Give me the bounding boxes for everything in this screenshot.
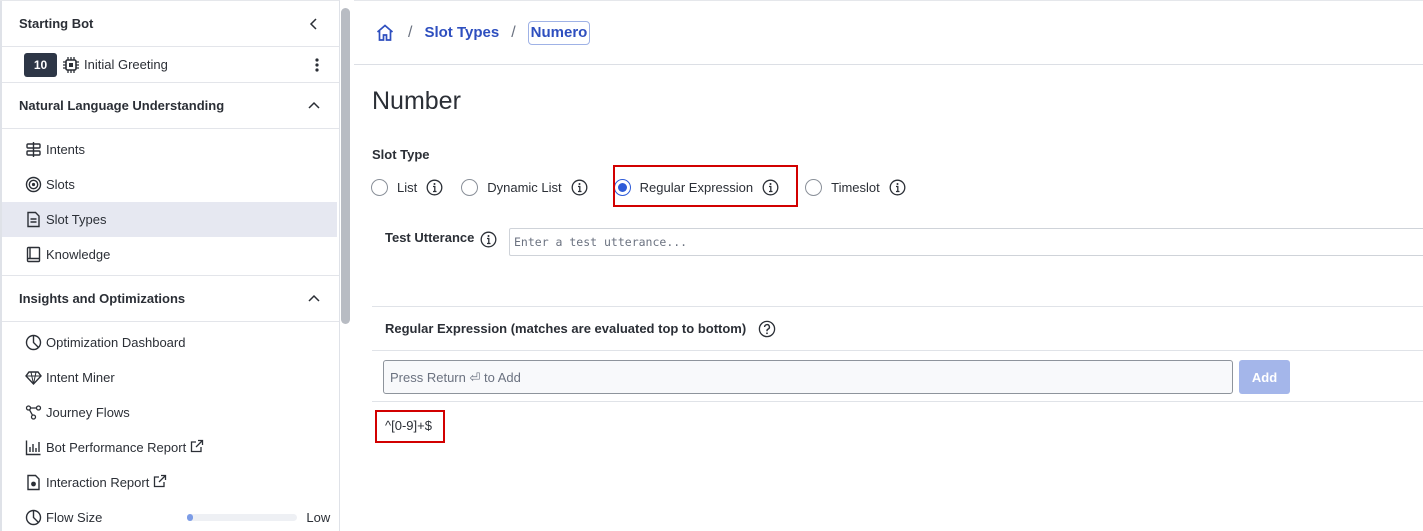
sidebar-item-label: Knowledge [46,247,111,262]
slots-icon [24,176,42,194]
flow-menu-button[interactable] [309,56,325,74]
test-utterance-input[interactable]: Enter a test utterance... [509,228,1423,256]
sidebar-item-label: Bot Performance Report [46,440,187,455]
regex-section-label: Regular Expression (matches are evaluate… [385,321,747,336]
breadcrumb: / Slot Types / Numero [354,1,1423,65]
sidebar: Starting Bot 10 Initial Greeting Natural… [0,0,340,531]
collapse-sidebar-button[interactable] [307,17,321,31]
help-icon[interactable] [758,320,776,338]
radio-timeslot[interactable] [805,178,823,196]
add-button[interactable]: Add [1239,360,1290,394]
regex-section: Regular Expression (matches are evaluate… [372,306,1423,402]
section-nlu-header[interactable]: Natural Language Understanding [0,83,339,129]
sidebar-item-label: Slot Types [46,212,107,227]
page-title: Number [372,87,461,115]
sidebar-item-slot-types[interactable]: Slot Types [0,202,337,237]
breadcrumb-slot-types-link[interactable]: Slot Types [424,24,499,41]
external-link-icon [191,439,204,452]
sidebar-item-journey-flows[interactable]: Journey Flows [0,395,339,430]
info-icon[interactable] [889,179,906,196]
test-utterance-label: Test Utterance [385,230,475,245]
sidebar-item-bot-performance-report[interactable]: Bot Performance Report [0,430,339,465]
sidebar-scrollbar[interactable] [341,8,350,324]
sidebar-item-label: Intent Miner [46,370,115,385]
section-insights-header[interactable]: Insights and Optimizations [0,276,339,322]
slot-type-label: Slot Type [372,147,430,162]
section-title: Insights and Optimizations [19,291,186,306]
info-icon[interactable] [426,179,443,196]
external-link-icon [154,474,167,487]
flow-size-meter [187,514,298,521]
sidebar-item-label: Flow Size [46,510,103,525]
radio-dynamic-list[interactable] [461,178,479,196]
sidebar-item-label: Intents [46,142,86,157]
flow-version-badge: 10 [24,52,57,77]
sidebar-item-slots[interactable]: Slots [0,167,339,202]
info-icon[interactable] [571,179,588,196]
sidebar-title: Starting Bot [19,16,94,31]
sidebar-item-label: Slots [46,177,75,192]
highlight-box [613,165,798,207]
pie-chart-icon [24,334,42,352]
slot-types-icon [24,211,42,229]
flow-size-level: Low [306,510,331,525]
pie-chart-icon [24,509,42,527]
highlight-box [375,410,445,443]
chip-icon [63,56,79,73]
slot-type-option-dynamic-list[interactable]: Dynamic List [461,178,588,196]
breadcrumb-current[interactable]: Numero [527,20,591,45]
radio-list[interactable] [371,178,388,196]
nlu-nav-group: Intents Slots Slot Types Knowledge [0,129,339,276]
sidebar-item-label: Optimization Dashboard [46,335,186,350]
diamond-icon [24,369,42,387]
chevron-left-icon [309,17,317,30]
sidebar-item-label: Journey Flows [46,405,130,420]
flow-name: Initial Greeting [84,57,168,72]
bar-chart-icon [24,439,42,457]
sidebar-item-optimization-dashboard[interactable]: Optimization Dashboard [0,325,339,360]
home-icon[interactable] [374,22,396,44]
insights-nav-group: Optimization Dashboard Intent Miner Jour… [0,322,339,531]
current-flow-row[interactable]: 10 Initial Greeting [0,47,339,83]
sidebar-item-flow-size[interactable]: Flow Size Low [0,500,337,531]
section-title: Natural Language Understanding [19,98,225,113]
report-icon [24,474,42,492]
kebab-menu-icon [315,57,319,72]
flow-size-meter-fill [187,514,193,521]
sidebar-item-interaction-report[interactable]: Interaction Report [0,465,339,500]
sidebar-item-label: Interaction Report [46,475,150,490]
intents-icon [24,141,42,159]
regex-input[interactable]: Press Return ⏎ to Add [383,360,1233,394]
sidebar-item-knowledge[interactable]: Knowledge [0,237,339,272]
radio-label: Dynamic List [487,179,562,195]
radio-label: Timeslot [831,179,880,195]
chevron-up-icon [307,99,321,113]
breadcrumb-separator: / [511,23,516,41]
radio-label: List [397,179,418,195]
main-content: / Slot Types / Numero Number Slot Type L… [354,0,1423,531]
info-icon[interactable] [480,231,497,248]
sidebar-header: Starting Bot [0,1,339,47]
slot-type-option-timeslot[interactable]: Timeslot [805,178,906,196]
flow-icon [24,404,42,422]
sidebar-item-intent-miner[interactable]: Intent Miner [0,360,339,395]
breadcrumb-separator: / [408,23,413,41]
slot-type-option-list[interactable]: List [371,178,443,196]
sidebar-item-intents[interactable]: Intents [0,132,339,167]
knowledge-icon [24,246,42,264]
regex-section-header: Regular Expression (matches are evaluate… [372,307,1423,351]
chevron-up-icon [307,292,321,306]
